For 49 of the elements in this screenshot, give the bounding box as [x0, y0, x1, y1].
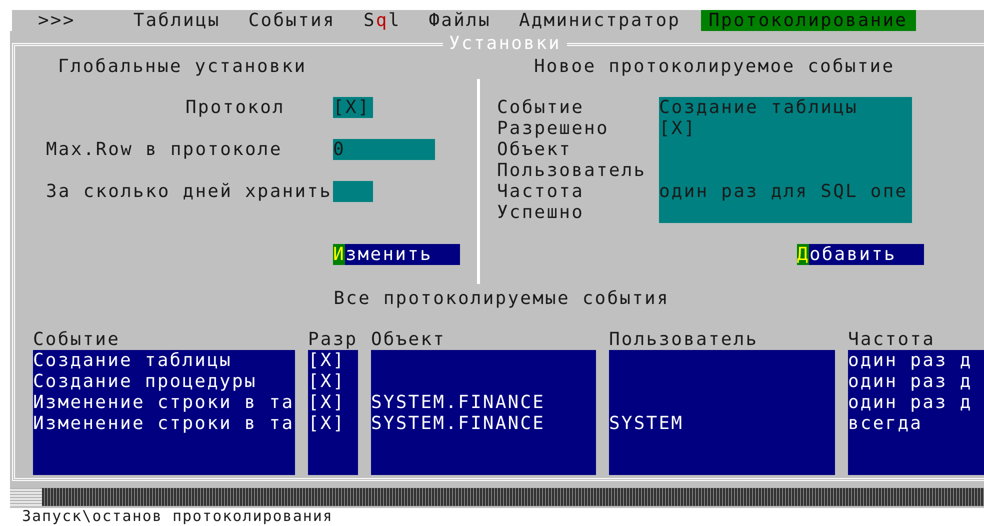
- field-label: За сколько дней хранить: [46, 181, 333, 202]
- field-value[interactable]: [X]: [659, 118, 696, 139]
- table-cell: SYSTEM: [609, 413, 684, 434]
- menu-item[interactable]: Администратор: [510, 10, 689, 31]
- table-cell: Изменение строки в та: [33, 413, 294, 434]
- menu-item[interactable]: Таблицы: [125, 10, 228, 31]
- field-label: Событие: [497, 97, 584, 118]
- table-cell: один раз д: [848, 392, 972, 413]
- section-title: Новое протоколируемое событие: [534, 56, 895, 77]
- dotted-border: [10, 488, 42, 506]
- column-header: Разр: [308, 329, 358, 350]
- input-field[interactable]: 0: [333, 139, 435, 160]
- field-label: Успешно: [497, 202, 584, 223]
- field-label: Пользователь: [497, 160, 646, 181]
- section-title: Глобальные установки: [58, 56, 307, 77]
- menu-item[interactable]: >>>: [30, 10, 84, 31]
- table-cell: SYSTEM.FINANCE: [371, 413, 546, 434]
- table-cell: всегда: [848, 413, 923, 434]
- menu-item[interactable]: Sq l: [355, 10, 409, 31]
- field-value[interactable]: один раз для SQL опе: [659, 181, 908, 202]
- column-header: Пользователь: [609, 329, 758, 350]
- table-cell: [X]: [308, 350, 346, 371]
- table-cell: SYSTEM.FINANCE: [371, 392, 546, 413]
- table-cell: Создание таблицы: [33, 350, 232, 371]
- table-cell: Изменение строки в та: [33, 392, 294, 413]
- table-cell: Создание процедуры: [33, 371, 257, 392]
- table-cell: один раз д: [848, 371, 972, 392]
- field-label: Протокол: [184, 97, 286, 118]
- field-label: Max.Row в протоколе: [46, 139, 284, 160]
- menu-item[interactable]: Файлы: [420, 10, 499, 31]
- menu-item[interactable]: Протоколирование: [700, 10, 916, 31]
- change-button[interactable]: И зменить: [333, 244, 460, 265]
- field-label: Частота: [497, 181, 584, 202]
- table-cell: один раз д: [848, 350, 972, 371]
- field-label: Объект: [497, 139, 572, 160]
- column-header: Объект: [371, 329, 446, 350]
- column-header: Событие: [33, 329, 120, 350]
- status-text: Запуск\останов протоколирования: [22, 508, 333, 525]
- section-title: Все протоколируемые события: [334, 288, 670, 309]
- field-label: Разрешено: [497, 118, 609, 139]
- field-value[interactable]: Создание таблицы: [659, 97, 858, 118]
- table-cell: [X]: [308, 371, 346, 392]
- table-cell: [X]: [308, 392, 346, 413]
- column-header: Частота: [848, 329, 936, 350]
- table-cell: [X]: [308, 413, 346, 434]
- input-field[interactable]: [X]: [333, 97, 373, 118]
- input-field[interactable]: [333, 181, 373, 202]
- menu-item[interactable]: События: [240, 10, 344, 31]
- add-button[interactable]: Добавить: [797, 244, 924, 265]
